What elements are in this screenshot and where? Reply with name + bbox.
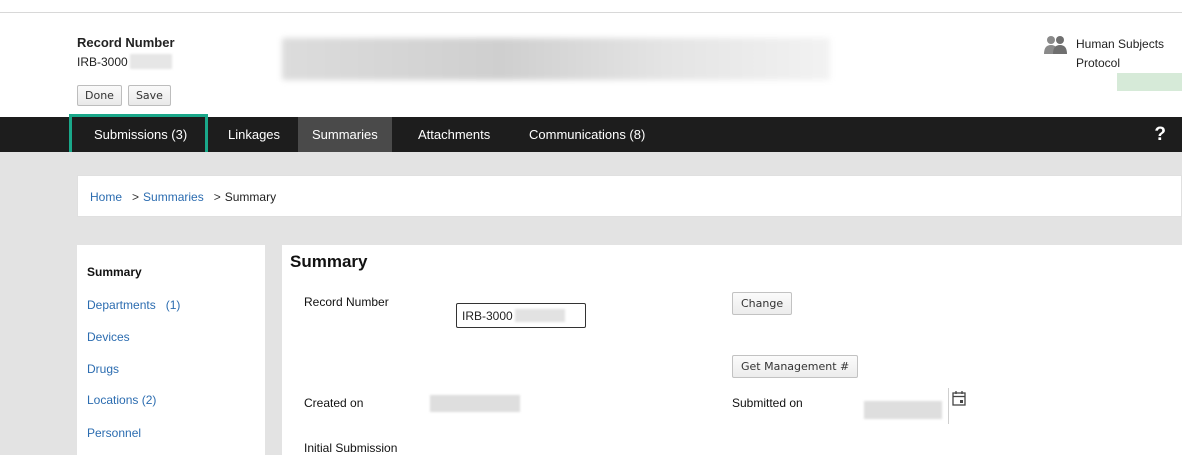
- redacted-record-suffix: [514, 309, 565, 322]
- help-icon[interactable]: ?: [1154, 117, 1166, 152]
- tab-attachments[interactable]: Attachments: [404, 117, 504, 152]
- people-icon: [1044, 36, 1067, 54]
- record-type: Human Subjects Protocol: [1076, 35, 1164, 73]
- field-divider: [948, 388, 949, 424]
- breadcrumb-current: Summary: [224, 190, 277, 204]
- record-id-text: IRB-3000: [77, 54, 128, 69]
- breadcrumb-separator: >: [132, 190, 140, 204]
- change-button[interactable]: Change: [732, 292, 793, 315]
- breadcrumb-home[interactable]: Home: [90, 190, 122, 204]
- sidebar-item-personnel[interactable]: Personnel: [87, 426, 141, 440]
- redacted-title-banner: [282, 38, 830, 80]
- status-indicator: [1117, 73, 1182, 91]
- tab-communications[interactable]: Communications (8): [515, 117, 659, 152]
- record-type-label: Human Subjects: [1076, 37, 1165, 51]
- top-divider: [0, 12, 1182, 13]
- record-number-field[interactable]: IRB-3000: [456, 303, 586, 328]
- sidebar-item-devices[interactable]: Devices: [87, 330, 130, 344]
- breadcrumb-separator: >: [213, 190, 221, 204]
- sidebar-item-locations[interactable]: Locations (2): [87, 393, 156, 407]
- breadcrumb-summaries[interactable]: Summaries: [143, 190, 204, 204]
- created-on-label: Created on: [304, 396, 364, 410]
- done-button[interactable]: Done: [77, 85, 122, 106]
- redacted-id-suffix: [129, 54, 172, 69]
- tab-linkages[interactable]: Linkages: [214, 117, 294, 152]
- header-actions: Done Save: [77, 85, 171, 106]
- tab-summaries[interactable]: Summaries: [298, 117, 392, 152]
- breadcrumb: Home > Summaries > Summary: [90, 190, 276, 204]
- get-management-number-button[interactable]: Get Management #: [732, 355, 859, 378]
- tab-highlight-box: [69, 114, 208, 155]
- submitted-on-label: Submitted on: [732, 396, 803, 410]
- calendar-icon[interactable]: [952, 390, 966, 406]
- sidebar-item-summary[interactable]: Summary: [87, 265, 142, 279]
- breadcrumb-bar: Home > Summaries > Summary: [77, 175, 1182, 217]
- sidebar-item-departments[interactable]: Departments (1): [87, 298, 180, 312]
- save-button[interactable]: Save: [127, 85, 171, 106]
- initial-submission-label: Initial Submission: [304, 441, 398, 455]
- record-number-value: IRB-3000: [462, 308, 513, 323]
- record-id: IRB-3000: [77, 54, 172, 69]
- record-type-sub: Protocol: [1076, 56, 1121, 70]
- sidebar: Summary Departments (1) Devices Drugs Lo…: [77, 245, 265, 455]
- summary-panel: Summary Record Number IRB-3000 Change Ge…: [282, 245, 1182, 455]
- record-number-title: Record Number: [77, 35, 175, 50]
- record-number-label: Record Number: [304, 295, 389, 309]
- submitted-on-value: [864, 401, 942, 419]
- created-on-value: [430, 395, 520, 412]
- sidebar-item-drugs[interactable]: Drugs: [87, 362, 119, 376]
- page-title: Summary: [290, 252, 368, 271]
